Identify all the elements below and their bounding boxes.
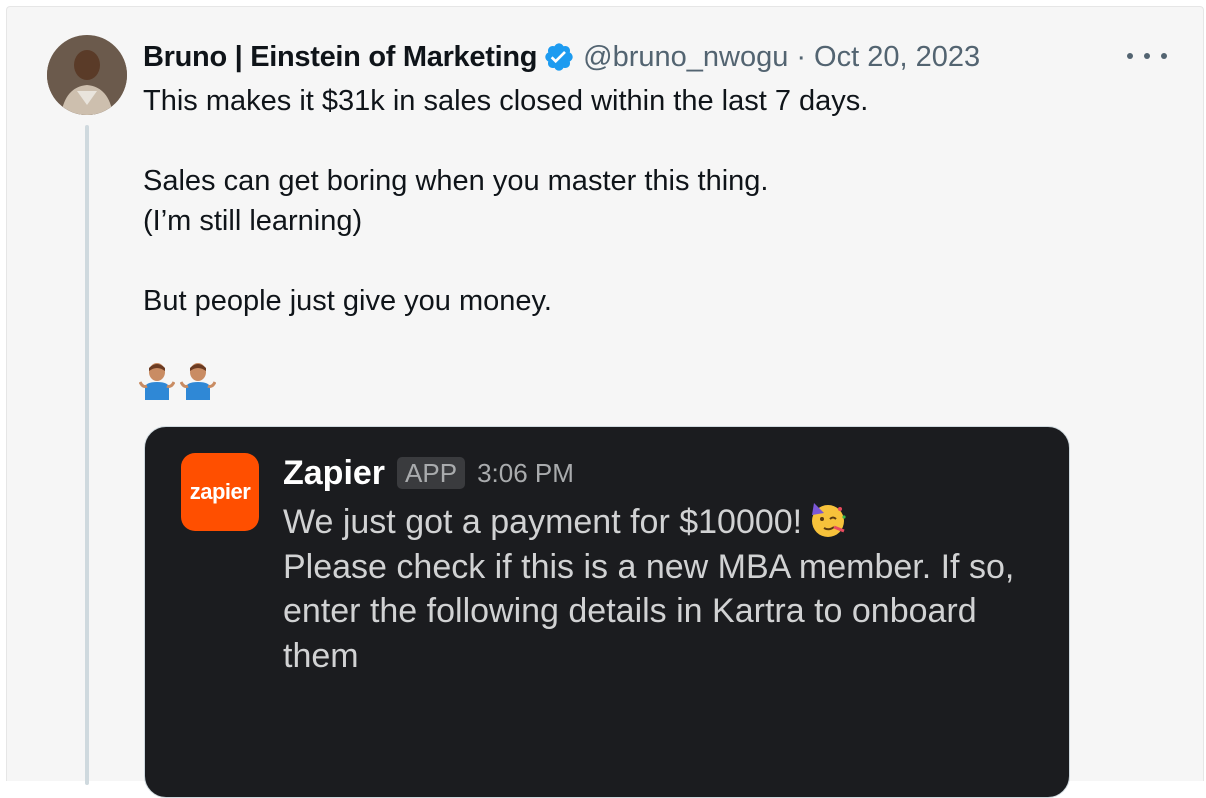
more-options-icon[interactable] <box>1127 41 1167 71</box>
slack-message-body: We just got a payment for $10000! Please… <box>283 499 1043 678</box>
embedded-image-slack-message[interactable]: zapier Zapier APP 3:06 PM We just got a … <box>144 426 1070 798</box>
author-handle[interactable]: @bruno_nwogu <box>583 41 788 74</box>
zapier-logo-text: zapier <box>189 479 251 504</box>
thread-connector-line <box>85 125 89 785</box>
slack-message-first-line: We just got a payment for $10000! <box>283 503 803 541</box>
tweet-text-line-1: This makes it $31k in sales closed withi… <box>143 85 869 117</box>
verified-badge-icon <box>543 41 575 73</box>
meta-separator: · <box>796 40 807 73</box>
partying-face-emoji <box>812 503 846 537</box>
person-shrugging-emoji <box>180 363 216 400</box>
author-avatar[interactable] <box>47 35 127 115</box>
slack-timestamp: 3:06 PM <box>477 457 574 488</box>
tweet-card: Bruno | Einstein of Marketing @bruno_nwo… <box>6 6 1204 798</box>
zapier-logo: zapier <box>181 453 259 531</box>
tweet-date[interactable]: Oct 20, 2023 <box>814 41 980 74</box>
slack-message-rest: Please check if this is a new MBA member… <box>283 547 1015 675</box>
tweet-text-line-3: (I’m still learning) <box>143 205 363 237</box>
app-badge: APP <box>397 457 466 489</box>
tweet-text-line-4: But people just give you money. <box>143 285 552 317</box>
slack-message-header: Zapier APP 3:06 PM <box>283 451 574 495</box>
person-shrugging-emoji <box>139 363 175 400</box>
tweet-header: Bruno | Einstein of Marketing @bruno_nwo… <box>143 37 980 77</box>
tweet-text-line-2: Sales can get boring when you master thi… <box>143 165 769 197</box>
slack-sender-name: Zapier <box>283 453 386 492</box>
author-name[interactable]: Bruno | Einstein of Marketing <box>143 41 537 74</box>
